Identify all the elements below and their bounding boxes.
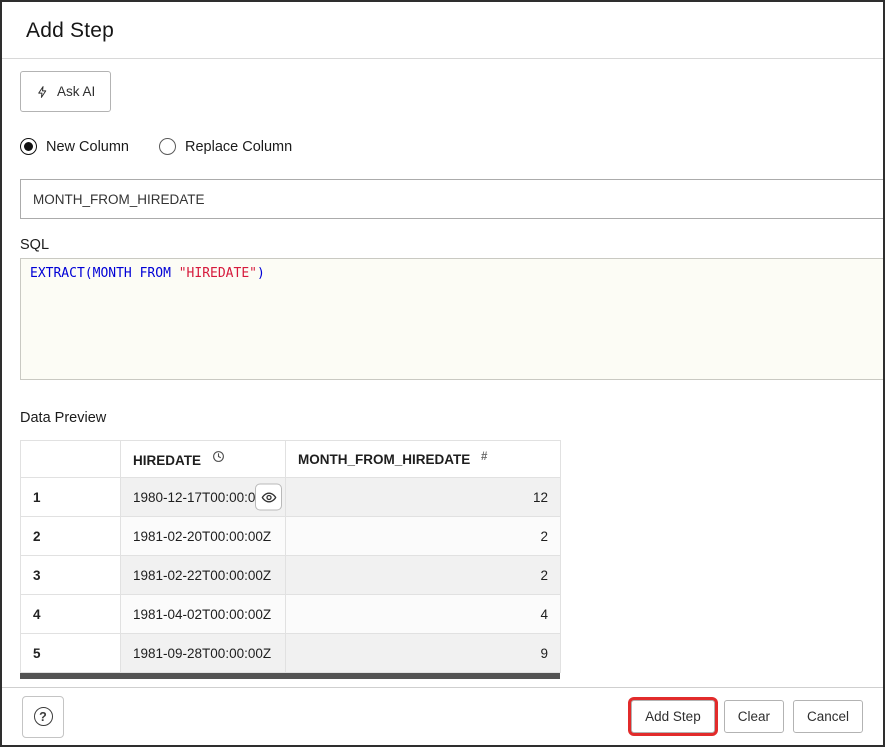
row-number-cell: 5 [21,634,121,673]
ask-ai-button[interactable]: Ask AI [20,71,111,112]
table-row: 1 1980-12-17T00:00:00Z 12 [21,478,561,517]
radio-icon [20,138,37,155]
table-row: 5 1981-09-28T00:00:00Z 9 [21,634,561,673]
eye-icon-button[interactable] [255,484,282,511]
sql-token: "HIREDATE" [179,266,257,281]
month-value-cell: 2 [286,517,561,556]
hiredate-value: 1981-02-22T00:00:00Z [133,568,271,583]
sql-token: EXTRACT( [30,266,93,281]
radio-replace-column-label: Replace Column [185,139,292,155]
month-column-header: MONTH_FROM_HIREDATE # [286,441,561,478]
dialog-footer: ? Add Step Clear Cancel [2,687,883,745]
month-value-cell: 4 [286,595,561,634]
row-number-cell: 2 [21,517,121,556]
table-scrollbar[interactable] [20,673,560,679]
radio-icon [159,138,176,155]
table-row: 3 1981-02-22T00:00:00Z 2 [21,556,561,595]
row-number-cell: 1 [21,478,121,517]
hiredate-cell: 1981-02-20T00:00:00Z [121,517,286,556]
row-number-cell: 3 [21,556,121,595]
data-preview-table: HIREDATE MONTH_FROM_HIREDATE # 1 1980-12-… [20,440,561,673]
help-button[interactable]: ? [22,696,64,738]
column-mode-radio-group: New Column Replace Column [20,138,883,155]
table-row: 2 1981-02-20T00:00:00Z 2 [21,517,561,556]
table-header-row: HIREDATE MONTH_FROM_HIREDATE # [21,441,561,478]
footer-buttons: Add Step Clear Cancel [631,700,863,733]
add-step-dialog: Add Step Ask AI New Column Replace Colum… [0,0,885,747]
eye-icon [261,489,277,505]
timestamp-type-icon [212,451,225,466]
sql-code-line: EXTRACT(MONTH FROM "HIREDATE") [30,266,874,281]
radio-new-column[interactable]: New Column [20,138,129,155]
hiredate-cell: 1981-04-02T00:00:00Z [121,595,286,634]
clear-button[interactable]: Clear [724,700,784,733]
sql-label: SQL [20,237,883,253]
hiredate-cell: 1981-02-22T00:00:00Z [121,556,286,595]
ask-ai-label: Ask AI [57,84,95,99]
number-type-icon: # [481,451,487,463]
month-value-cell: 2 [286,556,561,595]
sql-token: ) [257,266,265,281]
cancel-button[interactable]: Cancel [793,700,863,733]
preview-table-body: 11980-12-17T00:00:00Z1221981-02-20T00:00… [21,478,561,673]
lightning-icon [36,84,49,100]
month-value-cell: 9 [286,634,561,673]
month-column-label: MONTH_FROM_HIREDATE [298,452,470,467]
table-row: 4 1981-04-02T00:00:00Z 4 [21,595,561,634]
dialog-header: Add Step [2,2,883,58]
column-name-input[interactable] [20,179,883,219]
row-number-column-header [21,441,121,478]
hiredate-value: 1981-02-20T00:00:00Z [133,529,271,544]
row-number-cell: 4 [21,595,121,634]
radio-replace-column[interactable]: Replace Column [159,138,292,155]
sql-token: MONTH FROM [93,266,179,281]
hiredate-value: 1981-04-02T00:00:00Z [133,607,271,622]
hiredate-column-header: HIREDATE [121,441,286,478]
hiredate-value: 1981-09-28T00:00:00Z [133,646,271,661]
add-step-button[interactable]: Add Step [631,700,715,733]
month-value-cell: 12 [286,478,561,517]
page-title: Add Step [26,19,859,43]
radio-new-column-label: New Column [46,139,129,155]
dialog-body: Ask AI New Column Replace Column SQL EXT… [2,59,883,679]
help-icon: ? [34,707,53,726]
hiredate-cell: 1981-09-28T00:00:00Z [121,634,286,673]
data-preview-label: Data Preview [20,410,883,426]
hiredate-cell: 1980-12-17T00:00:00Z [121,478,286,517]
hiredate-column-label: HIREDATE [133,453,201,468]
hiredate-value: 1980-12-17T00:00:00Z [133,490,271,505]
sql-code-editor[interactable]: EXTRACT(MONTH FROM "HIREDATE") [20,258,883,380]
